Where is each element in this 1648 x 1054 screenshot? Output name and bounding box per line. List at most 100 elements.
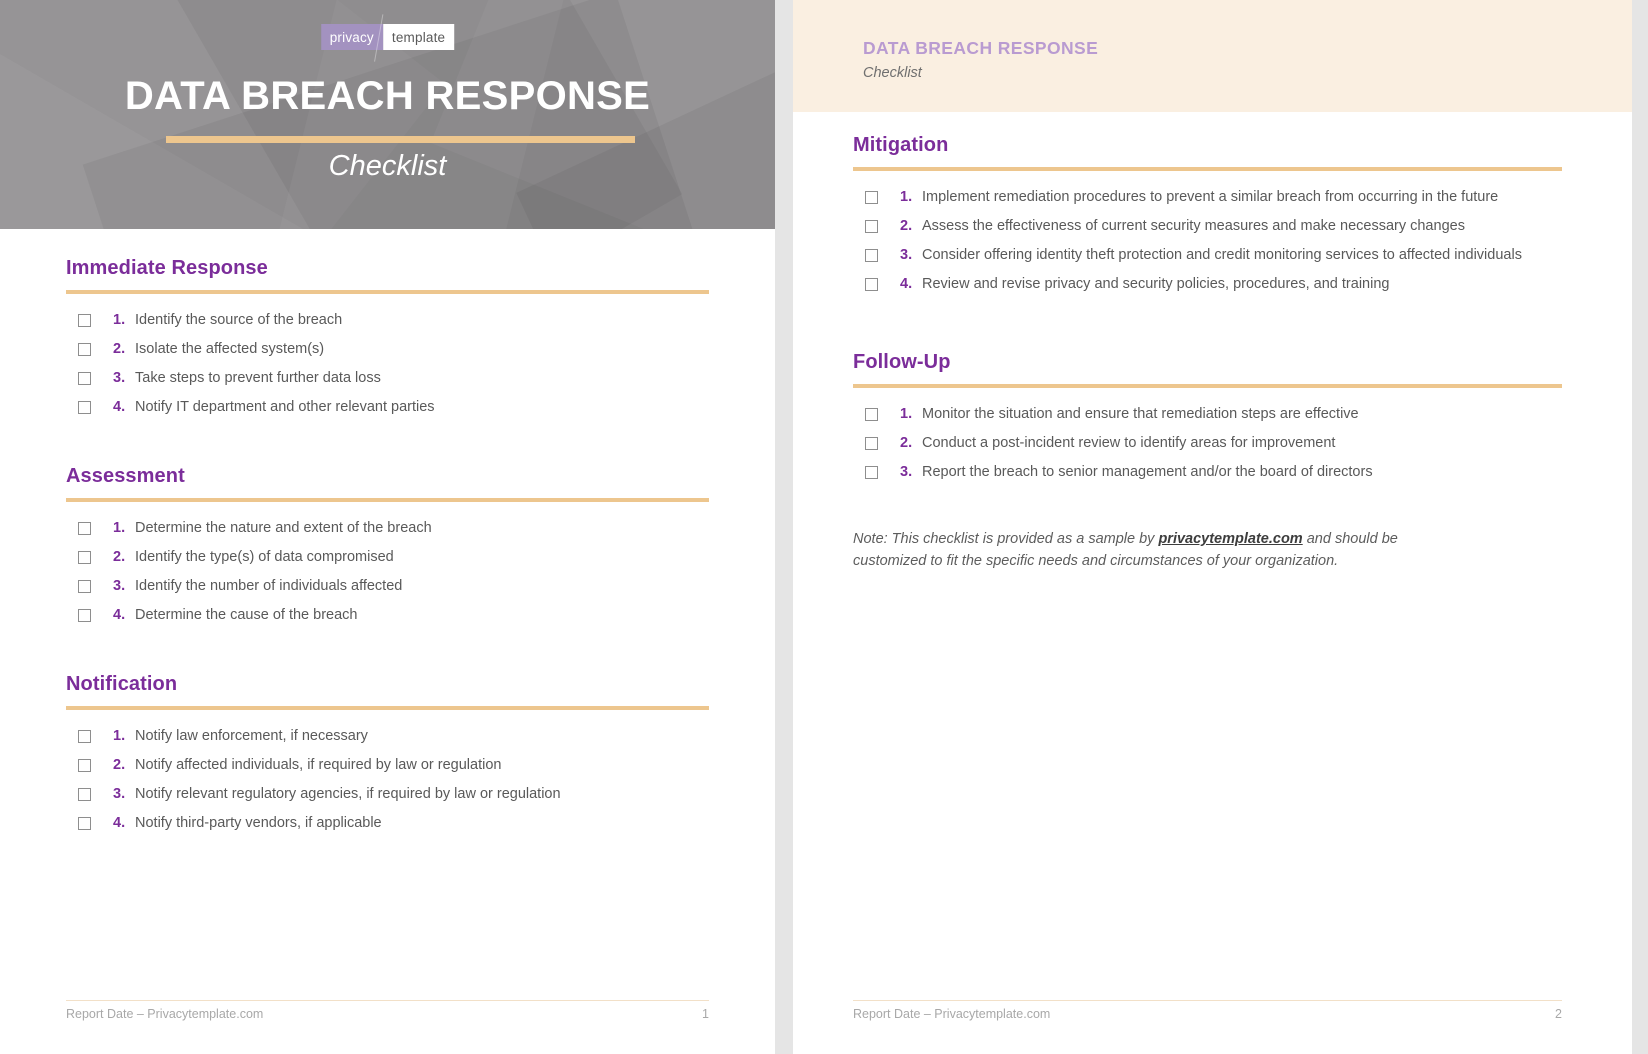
- page-1-footer: Report Date – Privacytemplate.com 1: [0, 1000, 775, 1054]
- section-immediate-response: Immediate Response 1. Identify the sourc…: [66, 257, 709, 422]
- item-number: 4.: [113, 815, 126, 832]
- checklist-item[interactable]: 2. Conduct a post-incident review to ide…: [853, 429, 1562, 458]
- page-2-footer: Report Date – Privacytemplate.com 2: [793, 1000, 1632, 1054]
- item-number: 4.: [113, 607, 126, 624]
- item-text: Identify the source of the breach: [135, 312, 343, 328]
- checklist-item[interactable]: 1. Implement remediation procedures to p…: [853, 183, 1562, 212]
- checklist-item[interactable]: 3. Take steps to prevent further data lo…: [66, 364, 709, 393]
- item-text: Isolate the affected system(s): [135, 341, 325, 358]
- page-1: privacy template DATA BREACH RESPONSE Ch…: [0, 0, 775, 1054]
- item-text: Take steps to prevent further data loss: [135, 370, 381, 387]
- checkbox-icon[interactable]: [78, 372, 91, 386]
- page-number: 1: [702, 1007, 709, 1021]
- checklist-item[interactable]: 2. Notify affected individuals, if requi…: [66, 751, 709, 780]
- header-title: DATA BREACH RESPONSE: [863, 38, 1099, 58]
- checkbox-icon[interactable]: [78, 314, 91, 327]
- logo-word-privacy: privacy: [320, 24, 383, 50]
- checkbox-icon[interactable]: [865, 191, 878, 204]
- item-number: 2.: [113, 341, 126, 358]
- cover-title: DATA BREACH RESPONSE: [124, 74, 651, 118]
- item-number: 1.: [113, 312, 126, 328]
- checklist-item[interactable]: 4. Determine the cause of the breach: [66, 601, 709, 630]
- section-heading: Follow-Up: [853, 351, 951, 374]
- section-divider: [66, 706, 709, 711]
- item-text: Determine the cause of the breach: [135, 607, 358, 624]
- checklist-item[interactable]: 4. Notify third-party vendors, if applic…: [66, 809, 709, 838]
- checkbox-icon[interactable]: [865, 220, 878, 234]
- item-text: Conduct a post-incident review to identi…: [922, 435, 1336, 452]
- cover-banner: privacy template DATA BREACH RESPONSE Ch…: [0, 0, 775, 229]
- section-heading: Mitigation: [853, 134, 949, 156]
- privacytemplate-logo: privacy template: [320, 14, 455, 62]
- item-number: 1.: [113, 728, 126, 745]
- section-assessment: Assessment 1. Determine the nature and e…: [66, 465, 709, 630]
- sample-note: Note: This checklist is provided as a sa…: [853, 529, 1453, 573]
- page-gutter: [775, 0, 793, 1054]
- checklist-item[interactable]: 1. Identify the source of the breach: [66, 306, 709, 335]
- cover-subtitle: Checklist: [328, 150, 447, 182]
- section-notification: Notification 1. Notify law enforcement, …: [66, 673, 709, 838]
- checklist-item[interactable]: 3. Identify the number of individuals af…: [66, 572, 709, 601]
- checklist-item[interactable]: 2. Isolate the affected system(s): [66, 335, 709, 364]
- document-viewport: privacy template DATA BREACH RESPONSE Ch…: [0, 0, 1648, 1054]
- section-heading: Notification: [66, 673, 178, 696]
- checkbox-icon[interactable]: [865, 437, 878, 451]
- item-text: Assess the effectiveness of current secu…: [922, 218, 1465, 235]
- privacytemplate-link[interactable]: privacytemplate.com: [1158, 531, 1302, 547]
- checklist-item[interactable]: 2. Assess the effectiveness of current s…: [853, 212, 1562, 241]
- checklist-item[interactable]: 4. Notify IT department and other releva…: [66, 393, 709, 422]
- item-text: Determine the nature and extent of the b…: [135, 520, 432, 537]
- section-heading: Immediate Response: [66, 257, 268, 279]
- item-text: Notify law enforcement, if necessary: [135, 728, 368, 745]
- checklist-item[interactable]: 3. Notify relevant regulatory agencies, …: [66, 780, 709, 809]
- checkbox-icon[interactable]: [78, 788, 91, 802]
- checklist-items: 1. Notify law enforcement, if necessary …: [66, 722, 709, 838]
- item-text: Notify relevant regulatory agencies, if …: [135, 786, 561, 803]
- checklist-item[interactable]: 3. Consider offering identity theft prot…: [853, 241, 1562, 270]
- checkbox-icon[interactable]: [865, 408, 878, 422]
- item-number: 2.: [900, 218, 913, 235]
- checklist-item[interactable]: 3. Report the breach to senior managemen…: [853, 458, 1562, 487]
- checkbox-icon[interactable]: [865, 249, 878, 263]
- checkbox-icon[interactable]: [865, 278, 878, 292]
- section-follow-up: Follow-Up 1. Monitor the situation and e…: [853, 351, 1562, 487]
- checkbox-icon[interactable]: [78, 759, 91, 773]
- checklist-items: 1. Implement remediation procedures to p…: [853, 183, 1562, 299]
- checkbox-icon[interactable]: [78, 817, 91, 831]
- footer-left-text: Report Date – Privacytemplate.com: [853, 1007, 1051, 1021]
- checkbox-icon[interactable]: [78, 343, 91, 357]
- checklist-item[interactable]: 4. Review and revise privacy and securit…: [853, 270, 1562, 299]
- item-number: 2.: [113, 757, 126, 774]
- checklist-items: 1. Monitor the situation and ensure that…: [853, 400, 1562, 487]
- item-text: Identify the number of individuals affec…: [135, 578, 403, 595]
- checkbox-icon[interactable]: [78, 551, 91, 565]
- item-text: Implement remediation procedures to prev…: [922, 189, 1499, 205]
- checkbox-icon[interactable]: [78, 730, 91, 744]
- item-text: Review and revise privacy and security p…: [922, 276, 1390, 293]
- item-number: 1.: [900, 406, 913, 423]
- item-text: Notify affected individuals, if required…: [135, 757, 502, 774]
- checklist-items: 1. Identify the source of the breach 2. …: [66, 306, 709, 422]
- item-number: 3.: [900, 464, 913, 481]
- checkbox-icon[interactable]: [78, 522, 91, 536]
- item-text: Notify third-party vendors, if applicabl…: [135, 815, 382, 832]
- section-divider: [66, 498, 709, 503]
- page-2-body: Mitigation 1. Implement remediation proc…: [793, 134, 1632, 573]
- item-number: 2.: [113, 549, 126, 566]
- checklist-item[interactable]: 1. Determine the nature and extent of th…: [66, 514, 709, 543]
- checklist-items: 1. Determine the nature and extent of th…: [66, 514, 709, 630]
- right-edge-strip: [1632, 0, 1648, 1054]
- checklist-item[interactable]: 2. Identify the type(s) of data compromi…: [66, 543, 709, 572]
- checkbox-icon[interactable]: [78, 609, 91, 623]
- checkbox-icon[interactable]: [78, 580, 91, 594]
- checklist-item[interactable]: 1. Monitor the situation and ensure that…: [853, 400, 1562, 429]
- section-heading: Assessment: [66, 465, 185, 488]
- checkbox-icon[interactable]: [865, 466, 878, 480]
- checklist-item[interactable]: 1. Notify law enforcement, if necessary: [66, 722, 709, 751]
- page-2: DATA BREACH RESPONSE Checklist Mitigatio…: [793, 0, 1632, 1054]
- item-text: Monitor the situation and ensure that re…: [922, 406, 1359, 423]
- item-number: 3.: [900, 247, 913, 264]
- checkbox-icon[interactable]: [78, 401, 91, 415]
- item-text: Report the breach to senior management a…: [922, 464, 1373, 481]
- item-number: 1.: [113, 520, 126, 537]
